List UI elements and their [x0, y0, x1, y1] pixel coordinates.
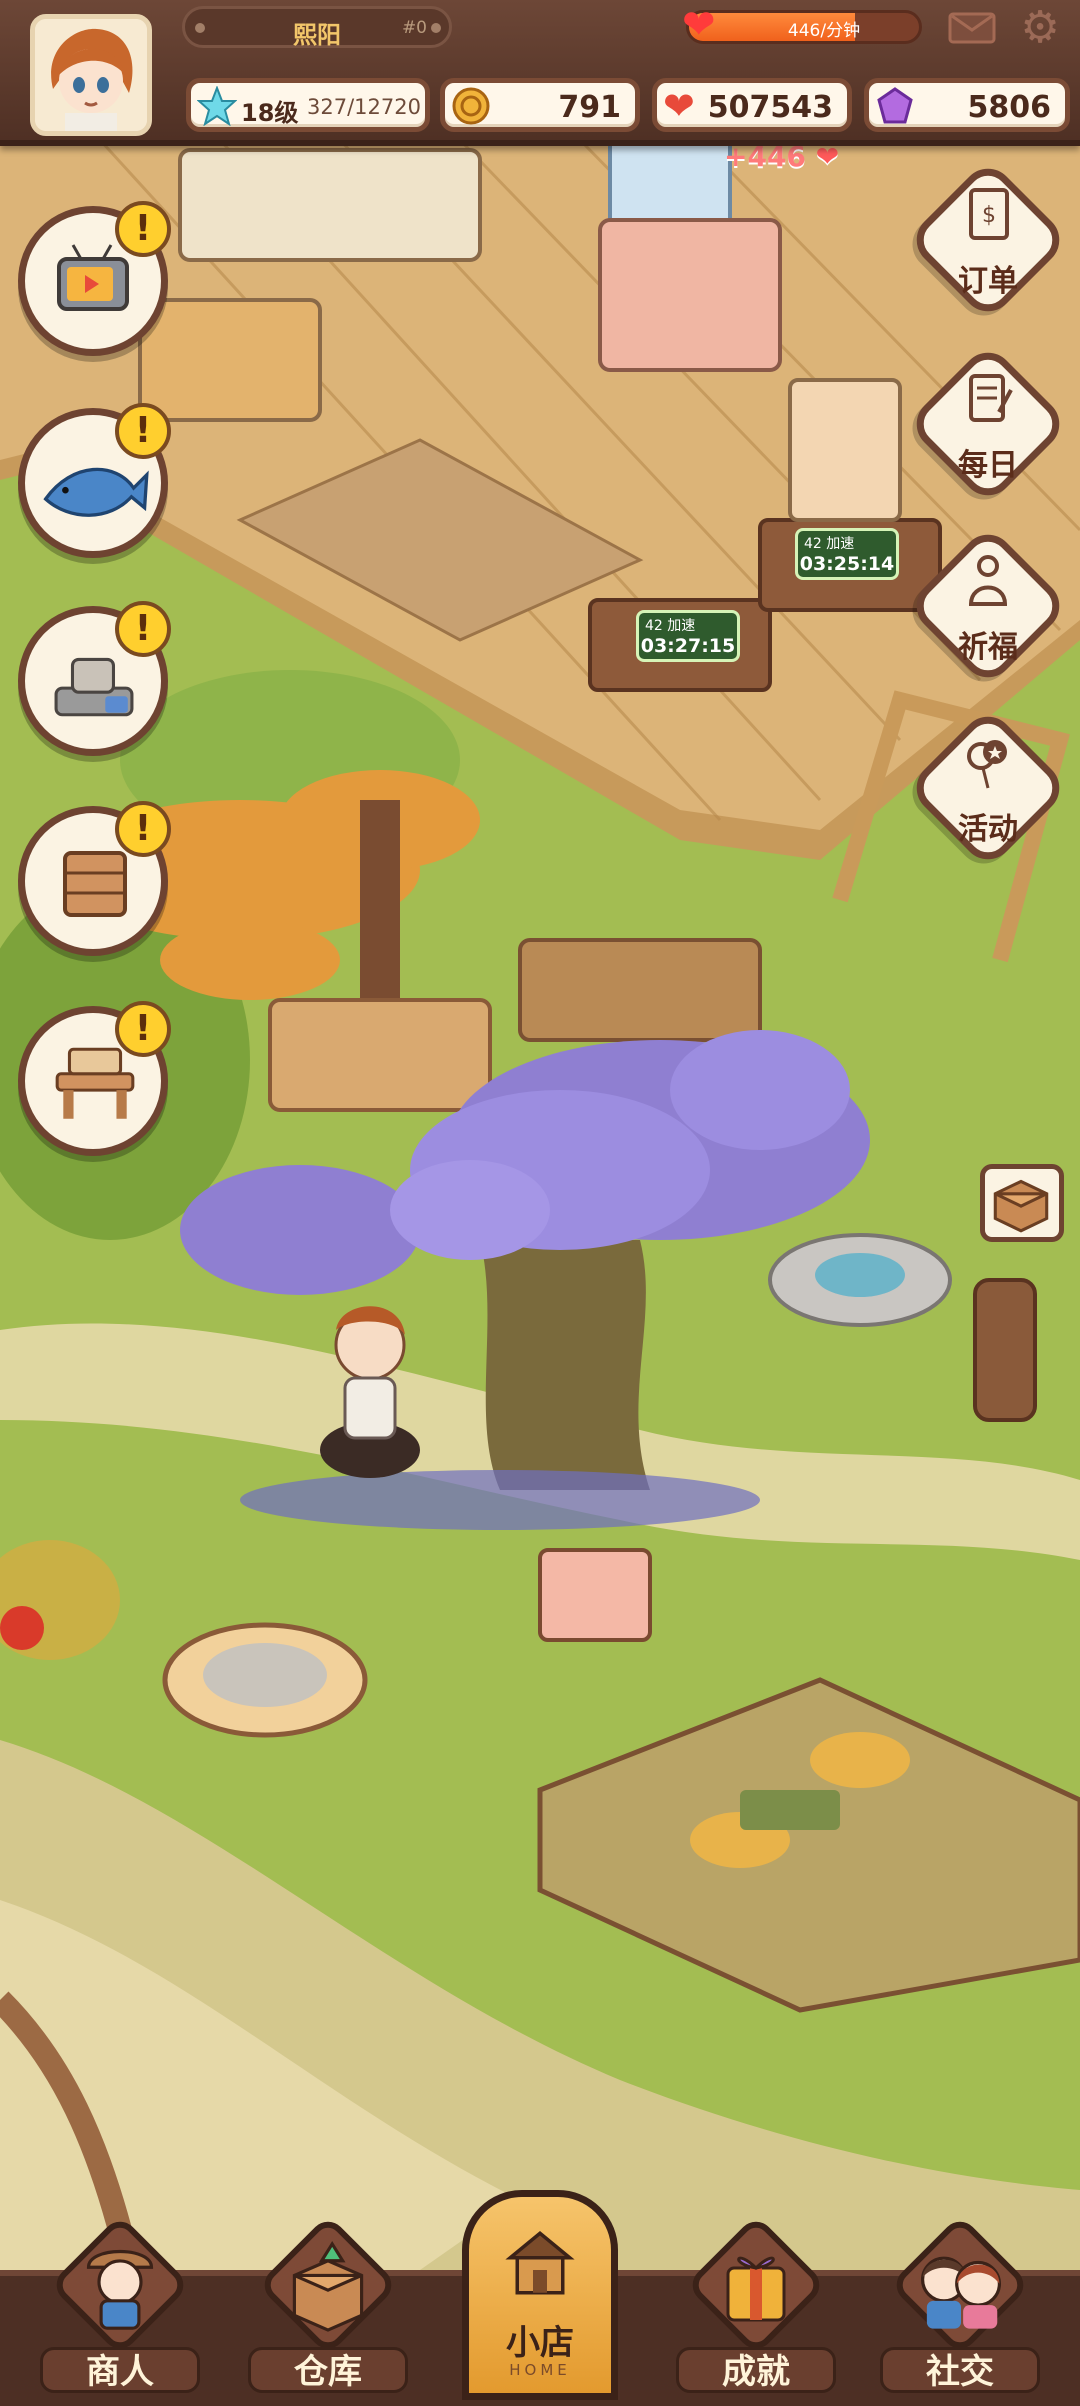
orders-button[interactable]: $ 订单 — [905, 157, 1071, 323]
player-level: 18级 — [241, 99, 299, 127]
heart-rate-bar: 446/分钟 — [686, 10, 922, 44]
nav-shop-sub: HOME — [509, 2361, 571, 2379]
player-exp: 327/12720 — [307, 95, 421, 119]
timer-time: 03:27:15 — [640, 635, 736, 657]
fishing-button[interactable]: ! — [18, 403, 171, 558]
level-pill[interactable]: 18级 327/12720 — [186, 78, 430, 132]
timer-time: 03:25:14 — [799, 553, 895, 575]
nav-merchant[interactable]: 商人 — [30, 2214, 210, 2395]
order-book-icon: $ — [969, 188, 1009, 240]
gem-icon — [877, 87, 913, 124]
star-level-icon — [197, 86, 237, 126]
production-timer[interactable]: 42 加速 03:27:15 — [636, 610, 740, 662]
hearts-pill[interactable]: ❤ 507543 — [652, 78, 852, 132]
crate-shortcut-button[interactable] — [980, 1164, 1064, 1242]
cabinet-button[interactable]: ! — [18, 801, 171, 956]
mail-icon[interactable] — [948, 12, 996, 44]
warehouse-box-icon — [292, 2240, 364, 2332]
player-avatar[interactable] — [30, 14, 152, 136]
heart-rate-icon: ❤ — [682, 2, 716, 48]
nav-shop-label: 小店 — [506, 2323, 574, 2363]
daily-label: 每日 — [958, 448, 1018, 483]
nav-warehouse[interactable]: 仓库 — [238, 2214, 418, 2395]
timer-boost: 42 加速 — [804, 536, 855, 552]
daily-button[interactable]: 每日 — [905, 341, 1071, 507]
avatar-portrait-icon — [35, 19, 147, 131]
shop-house-icon — [505, 2230, 575, 2295]
namebar-right-dot — [431, 23, 441, 33]
coins-pill[interactable]: 791 — [440, 78, 640, 132]
workbench-button[interactable]: ! — [18, 1001, 171, 1156]
heart-currency-icon: ❤ — [663, 84, 695, 128]
achievement-gift-icon — [726, 2256, 786, 2322]
crate-icon — [993, 1179, 1049, 1233]
buddha-icon — [968, 555, 1008, 606]
settings-gear-icon[interactable]: ⚙ — [1016, 4, 1064, 52]
svg-text:$: $ — [982, 203, 996, 228]
nav-warehouse-label: 仓库 — [248, 2347, 408, 2393]
gems-value: 5806 — [967, 90, 1052, 125]
cabinet-icon — [63, 851, 127, 917]
daily-checklist-icon — [969, 374, 1013, 422]
balloons-icon — [967, 740, 1007, 789]
player-name-bar: 熙阳 #0 — [182, 6, 452, 49]
merchant-character-icon — [86, 2250, 154, 2330]
coin-icon — [452, 87, 490, 125]
gems-pill[interactable]: 5806 — [864, 78, 1070, 132]
tv-icon — [57, 244, 129, 311]
cooking-pot-icon — [54, 657, 134, 717]
events-label: 活动 — [958, 812, 1018, 847]
workbench-icon — [55, 1047, 135, 1119]
nav-achievement[interactable]: 成就 — [666, 2214, 846, 2395]
cabinet-alert-badge: ! — [115, 801, 171, 857]
cooking-button[interactable]: ! — [18, 601, 171, 756]
nav-shop-home[interactable]: 小店 HOME — [462, 2190, 618, 2400]
tv-alert-badge: ! — [115, 201, 171, 257]
heart-rate-text: 446/分钟 — [787, 21, 861, 41]
pray-label: 祈福 — [958, 630, 1018, 665]
tv-ads-button[interactable]: ! — [18, 201, 171, 356]
pray-button[interactable]: 祈福 — [905, 523, 1071, 689]
cooking-alert-badge: ! — [115, 601, 171, 657]
coins-value: 791 — [558, 90, 621, 125]
nav-social[interactable]: 社交 — [870, 2214, 1050, 2395]
social-couple-icon — [921, 2256, 1001, 2329]
fishing-alert-badge: ! — [115, 403, 171, 459]
fish-icon — [43, 467, 149, 517]
events-button[interactable]: 活动 — [905, 705, 1071, 871]
nav-social-label: 社交 — [880, 2347, 1040, 2393]
orders-label: 订单 — [958, 264, 1018, 299]
nav-merchant-label: 商人 — [40, 2347, 200, 2393]
workbench-alert-badge: ! — [115, 1001, 171, 1057]
hearts-value: 507543 — [707, 90, 833, 125]
timer-boost: 42 加速 — [645, 618, 696, 634]
production-timer[interactable]: 42 加速 03:25:14 — [795, 528, 899, 580]
nav-achievement-label: 成就 — [676, 2347, 836, 2393]
player-rank: #0 — [401, 18, 427, 38]
